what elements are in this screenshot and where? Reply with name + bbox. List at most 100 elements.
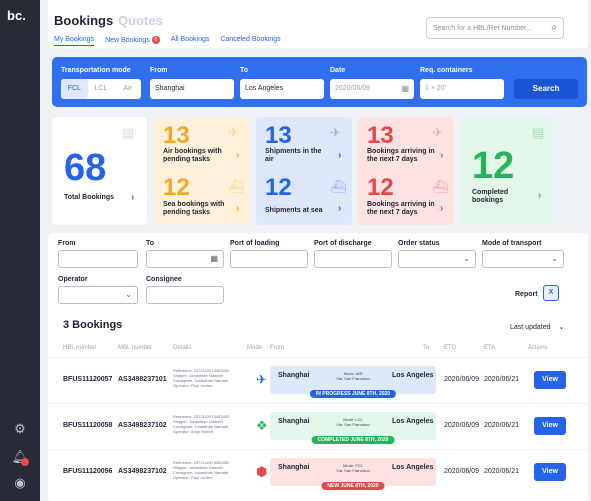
stat-total-card[interactable]: ▤ 68 Total Bookings ›: [52, 117, 147, 225]
filter-port-discharge-label: Port of discharge: [314, 240, 372, 247]
filter-port-loading-input[interactable]: [230, 250, 308, 268]
stat-air-pending-card[interactable]: ✈ 13 Air bookings with pending tasks › 1…: [154, 117, 250, 225]
chevron-right-icon[interactable]: ›: [236, 150, 239, 161]
calendar-icon[interactable]: ▦: [401, 84, 409, 93]
stat-sea-pending-label: Sea bookings with pending tasks: [163, 201, 225, 216]
stat-shipments-card[interactable]: ✈ 13 Shipments in the air › 12 ⛴ Shipmen…: [256, 117, 352, 225]
stat-total-label: Total Bookings: [64, 194, 115, 201]
to-input[interactable]: Los Angeles: [240, 79, 324, 99]
status-badge: COMPLETED JUNE 8TH, 2020: [311, 436, 395, 444]
filter-mode-label: Mode of transport: [482, 240, 542, 247]
document-icon: ▤: [122, 125, 135, 140]
mode-lcl[interactable]: LCL: [88, 79, 115, 99]
hbl-number: BFUS11120057: [63, 376, 113, 383]
stat-completed-card[interactable]: ▤ 12 Completed bookings ›: [460, 117, 554, 225]
stat-arriving-card[interactable]: ✈ 13 Bookings arriving in the next 7 day…: [358, 117, 454, 225]
filter-port-loading-label: Port of loading: [230, 240, 280, 247]
chevron-right-icon[interactable]: ›: [440, 150, 443, 161]
transport-label: Transportation mode: [61, 67, 131, 74]
route-box: Shanghai Los Angeles Mode: LCL Via: San …: [270, 412, 436, 444]
detail-operator: Operator: Paul Jorden: [173, 475, 213, 480]
header: Bookings Quotes My Bookings New Bookings…: [48, 0, 588, 48]
filter-from-input[interactable]: [58, 250, 138, 268]
hbl-number: BFUS11120058: [63, 422, 113, 429]
excel-export-icon[interactable]: X: [543, 285, 559, 301]
plane-icon: ✈: [330, 125, 341, 140]
container-icon: ⬢: [256, 464, 268, 479]
from-input[interactable]: Shanghai: [150, 79, 234, 99]
table-row: BFUS11120056 AS3498237102 Reference: 257…: [48, 449, 588, 495]
tab-label: New Bookings: [105, 36, 150, 44]
chevron-down-icon[interactable]: ⌄: [125, 290, 132, 299]
quotes-tab[interactable]: Quotes: [118, 13, 163, 28]
tab-my-bookings[interactable]: My Bookings: [54, 36, 95, 46]
filter-order-status-select[interactable]: ⌄: [398, 250, 476, 268]
view-button[interactable]: View: [534, 371, 566, 389]
date-placeholder: 2020/06/09: [335, 85, 371, 92]
user-icon[interactable]: ◉: [11, 474, 29, 492]
search-placeholder: Search for a HBL/Ref Number...: [433, 25, 532, 32]
tab-count-badge: 6: [151, 36, 160, 44]
route-via: Via: San Francisco: [336, 422, 370, 427]
booking-search-bar: Transportation mode FCL LCL Air From Sha…: [52, 57, 587, 107]
col-from: From: [270, 345, 284, 351]
sort-select[interactable]: Last updated ⌄: [510, 323, 564, 331]
chevron-right-icon[interactable]: ›: [338, 203, 341, 214]
eta: 2020/06/21: [484, 376, 520, 383]
filter-order-status-label: Order status: [398, 240, 440, 247]
gear-icon[interactable]: ⚙: [11, 420, 29, 438]
details: Reference: 2572142574453452 Shipper: Joha…: [173, 368, 229, 388]
date-input[interactable]: 2020/06/09 ▦: [330, 79, 414, 99]
col-to: To: [423, 345, 430, 351]
stat-sea-arriving-label: Bookings arriving in the next 7 days: [367, 201, 435, 216]
main: Bookings Quotes My Bookings New Bookings…: [40, 0, 591, 501]
chevron-down-icon[interactable]: ⌄: [463, 254, 470, 263]
date-label: Date: [330, 67, 346, 74]
chevron-right-icon[interactable]: ›: [236, 203, 239, 214]
chevron-right-icon[interactable]: ›: [338, 150, 341, 161]
chevron-right-icon[interactable]: ›: [538, 190, 541, 201]
stat-completed-label: Completed bookings: [472, 189, 509, 204]
filter-consignee-label: Consignee: [146, 276, 182, 283]
col-eta: ETA: [484, 345, 496, 351]
chevron-down-icon[interactable]: ⌄: [551, 254, 558, 263]
notification-badge: [21, 458, 29, 466]
tab-all-bookings[interactable]: All Bookings: [171, 36, 210, 46]
view-button[interactable]: View: [534, 417, 566, 435]
page-title: Bookings: [54, 13, 114, 28]
search-icon[interactable]: ⌕: [551, 22, 557, 33]
transport-mode-selector: FCL LCL Air: [61, 79, 141, 99]
filter-consignee-input[interactable]: [146, 286, 224, 304]
search-input[interactable]: Search for a HBL/Ref Number... ⌕: [426, 17, 564, 39]
app-logo: bc.: [7, 8, 26, 23]
chevron-right-icon[interactable]: ›: [131, 192, 134, 203]
tab-canceled-bookings[interactable]: Canceled Bookings: [220, 36, 280, 46]
stat-air-pending-value: 13: [163, 122, 190, 149]
ship-icon: ⛴: [432, 179, 449, 194]
view-button[interactable]: View: [534, 463, 566, 481]
sort-label: Last updated: [510, 324, 551, 331]
ship-icon: ⛴: [330, 179, 347, 194]
route-via: Via: San Francisco: [336, 468, 370, 473]
col-hbl: HBL number: [63, 345, 97, 351]
mbl-number: AS3498237102: [118, 468, 167, 475]
calendar-icon[interactable]: ▦: [210, 254, 218, 263]
chevron-right-icon[interactable]: ›: [440, 203, 443, 214]
route-box: Shanghai Los Angeles Mode: AIR Via: San …: [270, 366, 436, 398]
filter-to-label: To: [146, 240, 155, 247]
stat-air-arriving-label: Bookings arriving in the next 7 days: [367, 148, 435, 163]
etd: 2020/06/09: [444, 422, 480, 429]
filter-to-input[interactable]: ▦: [146, 250, 224, 268]
mode-fcl[interactable]: FCL: [61, 79, 88, 99]
to-label: To: [240, 67, 249, 74]
filter-mode-select[interactable]: ⌄: [482, 250, 564, 268]
filter-port-discharge-input[interactable]: [314, 250, 392, 268]
search-button[interactable]: Search: [514, 79, 578, 99]
containers-input[interactable]: 1 × 20': [420, 79, 504, 99]
boxes-icon: ❖: [256, 418, 268, 433]
mode-air[interactable]: Air: [114, 79, 141, 99]
stat-air-pending-label: Air bookings with pending tasks: [163, 148, 222, 163]
tab-new-bookings[interactable]: New Bookings 6: [105, 36, 160, 46]
stat-air-shipments-value: 13: [265, 122, 292, 149]
filter-operator-select[interactable]: ⌄: [58, 286, 138, 304]
